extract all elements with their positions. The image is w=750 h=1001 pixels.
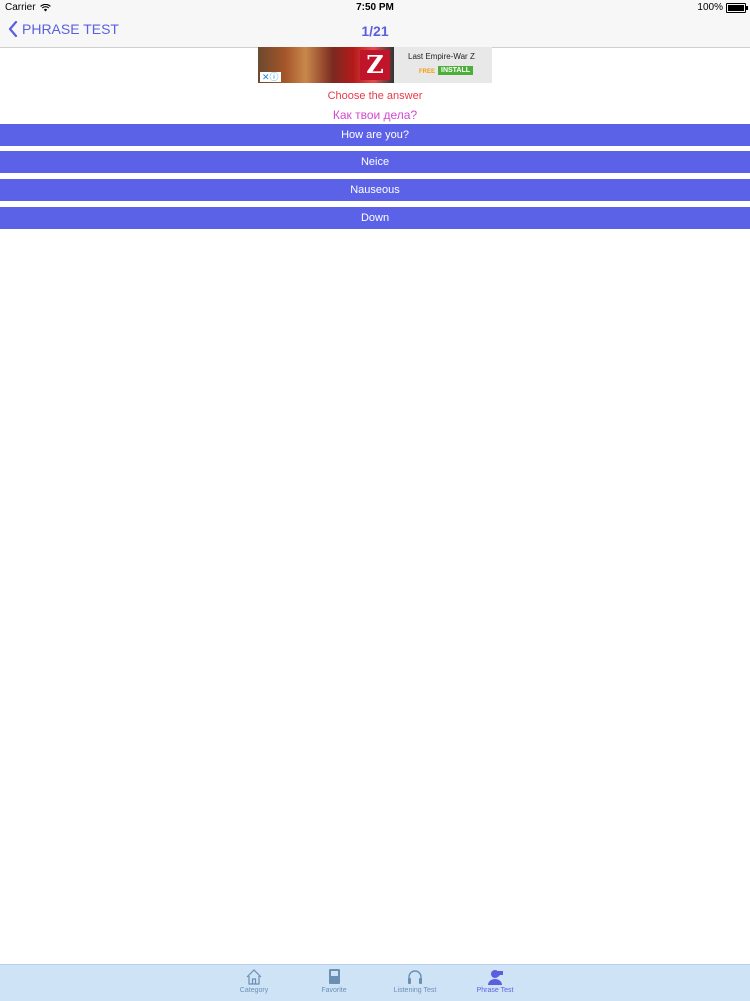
- tab-category[interactable]: Category: [219, 968, 289, 994]
- ad-logo: Z: [360, 50, 390, 80]
- tab-favorite[interactable]: Favorite: [299, 968, 369, 994]
- ad-install-button[interactable]: INSTALL: [438, 66, 474, 75]
- home-icon: [246, 969, 262, 985]
- answer-button-2[interactable]: Neice: [0, 151, 750, 173]
- ad-close-icon[interactable]: ✕ⓘ: [260, 72, 281, 82]
- tab-label: Phrase Test: [476, 987, 514, 994]
- tab-label: Listening Test: [393, 987, 437, 994]
- page-title: 1/21: [361, 23, 389, 39]
- navigation-bar: PHRASE TEST 1/21: [0, 15, 750, 48]
- instruction-text: Choose the answer: [327, 90, 423, 102]
- tab-phrase-test[interactable]: Phrase Test: [460, 968, 530, 994]
- person-icon: [488, 970, 503, 985]
- answer-button-1[interactable]: How are you?: [0, 124, 750, 146]
- tab-label: Favorite: [321, 987, 347, 994]
- ad-free-label: FREE: [419, 69, 436, 75]
- ad-title: Last Empire-War Z: [408, 52, 475, 61]
- tab-listening-test[interactable]: Listening Test: [380, 968, 450, 994]
- question-text: Как твои дела?: [332, 108, 418, 122]
- tab-bar: Category Favorite Listening Test Phrase …: [0, 964, 750, 1001]
- status-bar: Carrier 7:50 PM 100%: [0, 0, 750, 15]
- answer-button-4[interactable]: Down: [0, 207, 750, 229]
- answer-button-3[interactable]: Nauseous: [0, 179, 750, 201]
- status-time: 7:50 PM: [356, 2, 394, 13]
- battery-icon: [726, 2, 748, 13]
- headphones-icon: [408, 970, 422, 984]
- book-icon: [329, 969, 340, 984]
- tab-label: Category: [239, 987, 269, 994]
- battery-percent: 100%: [697, 2, 723, 13]
- ad-banner[interactable]: Z ✕ⓘ Last Empire-War Z FREE INSTALL: [258, 47, 492, 83]
